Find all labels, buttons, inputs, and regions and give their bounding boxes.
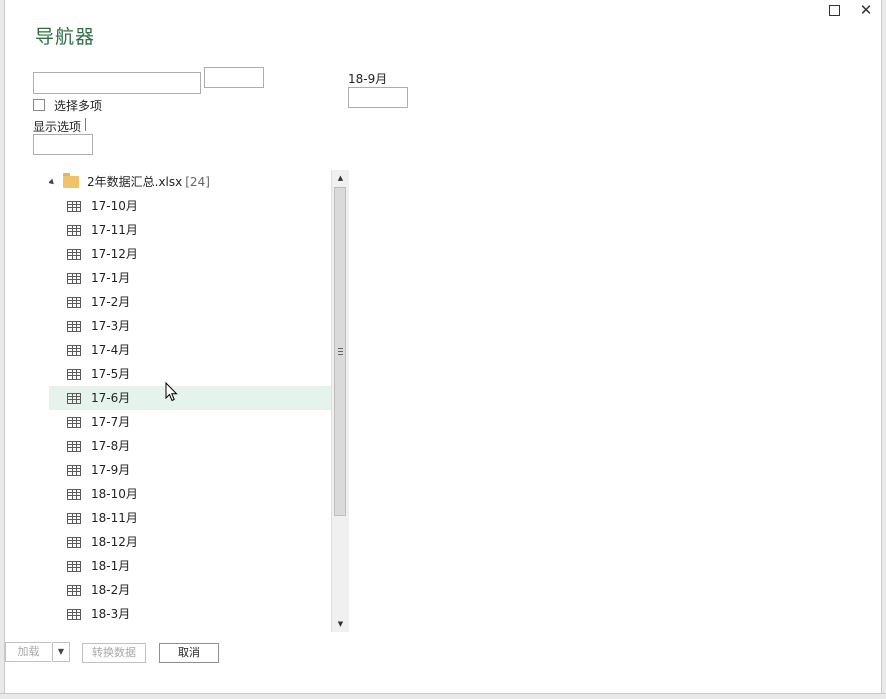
maximize-button[interactable] (823, 1, 845, 19)
workbook-name: 2年数据汇总.xlsx (87, 175, 183, 189)
table-icon (67, 488, 81, 500)
tree-item-sheet[interactable]: 17-12月 (49, 242, 331, 266)
tree-item-sheet[interactable]: 17-5月 (49, 362, 331, 386)
tree-item-sheet[interactable]: 18-2月 (49, 578, 331, 602)
table-icon (67, 272, 81, 284)
table-icon (67, 440, 81, 452)
sheet-label: 17-12月 (91, 247, 138, 261)
sheet-label: 17-5月 (91, 367, 131, 381)
tree-item-sheet[interactable]: 17-7月 (49, 410, 331, 434)
sheet-label: 17-1月 (91, 271, 131, 285)
load-button[interactable]: 加载 (5, 642, 51, 662)
transform-data-button[interactable]: 转换数据 (82, 643, 146, 663)
window-bottom-edge (0, 693, 886, 699)
maximize-icon (828, 5, 840, 16)
table-icon (67, 608, 81, 620)
tree-item-sheet[interactable]: 17-2月 (49, 290, 331, 314)
table-icon (67, 200, 81, 212)
dialog-title: 导航器 (35, 26, 96, 48)
scroll-up-icon[interactable]: ▲ (332, 170, 349, 186)
scroll-thumb[interactable] (334, 187, 346, 516)
display-options-dropdown[interactable] (33, 134, 93, 155)
tree-item-sheet[interactable]: 17-10月 (49, 194, 331, 218)
tree-item-sheet[interactable]: 18-11月 (49, 506, 331, 530)
text-caret (85, 118, 86, 131)
cancel-button[interactable]: 取消 (159, 643, 219, 663)
tree-item-sheet[interactable]: 17-6月 (49, 386, 331, 410)
display-options-label: 显示选项 (33, 120, 82, 134)
table-icon (67, 584, 81, 596)
navigator-tree: 2年数据汇总.xlsx [24] 17-10月 17-11月 17-12月 17-1月… (49, 170, 331, 632)
table-icon (67, 296, 81, 308)
sheet-label: 17-8月 (91, 439, 131, 453)
preview-refresh-button[interactable] (348, 87, 408, 108)
sheet-label: 17-4月 (91, 343, 131, 357)
sheet-label: 17-7月 (91, 415, 131, 429)
table-icon (67, 224, 81, 236)
tree-item-sheet[interactable]: 18-3月 (49, 602, 331, 626)
tree-item-sheet[interactable]: 17-4月 (49, 338, 331, 362)
expand-arrow-icon[interactable] (49, 178, 56, 186)
navigator-dialog: 导航器 ✕ 选择多项 显示选项 18-9月 2年数据汇总.xlsx [24] 1… (0, 0, 886, 699)
load-dropdown-button[interactable]: ▼ (52, 642, 70, 662)
table-icon (67, 560, 81, 572)
sheet-label: 18-1月 (91, 559, 131, 573)
table-icon (67, 320, 81, 332)
table-icon (67, 416, 81, 428)
sheet-list: 17-10月 17-11月 17-12月 17-1月 17-2月 17-3月 17-4月 17… (49, 194, 331, 626)
grip-icon (338, 348, 343, 356)
table-icon (67, 368, 81, 380)
sheet-label: 18-12月 (91, 535, 138, 549)
select-multiple-row[interactable]: 选择多项 (33, 97, 102, 113)
table-icon (67, 248, 81, 260)
sheet-label: 17-2月 (91, 295, 131, 309)
sheet-label: 18-3月 (91, 607, 131, 621)
scroll-down-icon[interactable]: ▼ (332, 616, 349, 632)
workbook-item-count: [24] (185, 175, 210, 189)
search-input[interactable] (33, 72, 201, 94)
search-button[interactable] (204, 67, 264, 88)
select-multiple-label: 选择多项 (54, 98, 103, 113)
tree-item-sheet[interactable]: 17-1月 (49, 266, 331, 290)
table-icon (67, 392, 81, 404)
sheet-label: 18-11月 (91, 511, 138, 525)
sheet-label: 17-6月 (91, 391, 131, 405)
table-icon (67, 464, 81, 476)
tree-item-sheet[interactable]: 17-9月 (49, 458, 331, 482)
folder-icon (63, 173, 79, 188)
tree-root-workbook[interactable]: 2年数据汇总.xlsx [24] (49, 170, 331, 194)
tree-item-sheet[interactable]: 17-3月 (49, 314, 331, 338)
tree-item-sheet[interactable]: 18-1月 (49, 554, 331, 578)
tree-item-sheet[interactable]: 17-8月 (49, 434, 331, 458)
sheet-label: 17-11月 (91, 223, 138, 237)
select-multiple-checkbox[interactable] (33, 99, 45, 111)
close-button[interactable]: ✕ (855, 1, 877, 19)
tree-scrollbar[interactable]: ▲ ▼ (331, 170, 349, 632)
tree-item-sheet[interactable]: 17-11月 (49, 218, 331, 242)
table-icon (67, 512, 81, 524)
sheet-label: 17-9月 (91, 463, 131, 477)
tree-item-sheet[interactable]: 18-10月 (49, 482, 331, 506)
close-icon: ✕ (859, 1, 873, 19)
sheet-label: 18-10月 (91, 487, 138, 501)
sheet-label: 17-10月 (91, 199, 138, 213)
sheet-label: 17-3月 (91, 319, 131, 333)
window-right-edge (881, 0, 886, 698)
table-icon (67, 536, 81, 548)
table-icon (67, 344, 81, 356)
tree-item-sheet[interactable]: 18-12月 (49, 530, 331, 554)
sheet-label: 18-2月 (91, 583, 131, 597)
preview-title: 18-9月 (348, 72, 388, 86)
window-left-edge (0, 0, 5, 698)
